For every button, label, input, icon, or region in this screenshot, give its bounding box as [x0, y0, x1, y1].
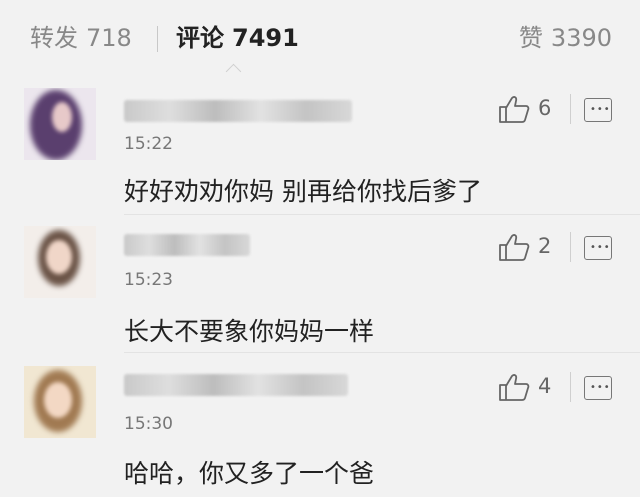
like-count: 4 — [538, 374, 552, 398]
more-dots: ••• — [590, 242, 611, 253]
tab-repost[interactable]: 转发 718 — [30, 22, 132, 54]
more-dots: ••• — [590, 104, 611, 115]
like-button[interactable]: 4 — [498, 370, 560, 404]
thumbs-up-icon — [499, 234, 530, 261]
comment-item: 15:23 长大不要象你妈妈一样 2 ••• — [0, 226, 640, 356]
comment-item: 15:30 哈哈，你又多了一个爸 4 ••• — [0, 366, 640, 497]
comment-item: 15:22 好好劝劝你妈 别再给你找后爹了 6 ••• — [0, 88, 640, 218]
tab-bar: 转发 718 评论 7491 赞 3390 — [0, 0, 640, 80]
tab-comments-count: 7491 — [232, 24, 299, 52]
comment-divider — [124, 214, 640, 215]
tab-repost-label: 转发 — [30, 24, 78, 52]
tab-repost-count: 718 — [86, 24, 132, 52]
more-button[interactable]: ••• — [584, 376, 612, 400]
action-separator — [570, 372, 571, 402]
active-tab-caret-icon — [225, 63, 242, 80]
comment-text: 哈哈，你又多了一个爸 — [124, 459, 375, 488]
avatar[interactable] — [24, 88, 96, 160]
tab-divider — [157, 26, 158, 52]
more-button[interactable]: ••• — [584, 98, 612, 122]
like-button[interactable]: 2 — [498, 230, 560, 264]
like-button[interactable]: 6 — [498, 92, 560, 126]
tab-likes[interactable]: 赞 3390 — [519, 22, 612, 54]
nickname-blurred[interactable] — [124, 374, 348, 396]
comment-divider — [124, 352, 640, 353]
comment-text: 好好劝劝你妈 别再给你找后爹了 — [124, 177, 482, 206]
action-separator — [570, 94, 571, 124]
comment-text: 长大不要象你妈妈一样 — [124, 317, 375, 346]
like-count: 6 — [538, 96, 552, 120]
tab-likes-count: 3390 — [550, 24, 612, 52]
like-count: 2 — [538, 234, 552, 258]
comment-time: 15:30 — [124, 414, 173, 434]
comment-time: 15:23 — [124, 270, 173, 290]
avatar[interactable] — [24, 226, 96, 298]
nickname-blurred[interactable] — [124, 234, 250, 256]
action-separator — [570, 232, 571, 262]
comment-time: 15:22 — [124, 134, 173, 154]
thumbs-up-icon — [499, 96, 530, 123]
more-dots: ••• — [590, 382, 611, 393]
avatar[interactable] — [24, 366, 96, 438]
tab-likes-label: 赞 — [518, 24, 543, 52]
tab-comments[interactable]: 评论 7491 — [176, 22, 299, 54]
more-button[interactable]: ••• — [584, 236, 612, 260]
tab-comments-label: 评论 — [176, 24, 224, 52]
nickname-blurred[interactable] — [124, 100, 352, 122]
thumbs-up-icon — [499, 374, 530, 401]
